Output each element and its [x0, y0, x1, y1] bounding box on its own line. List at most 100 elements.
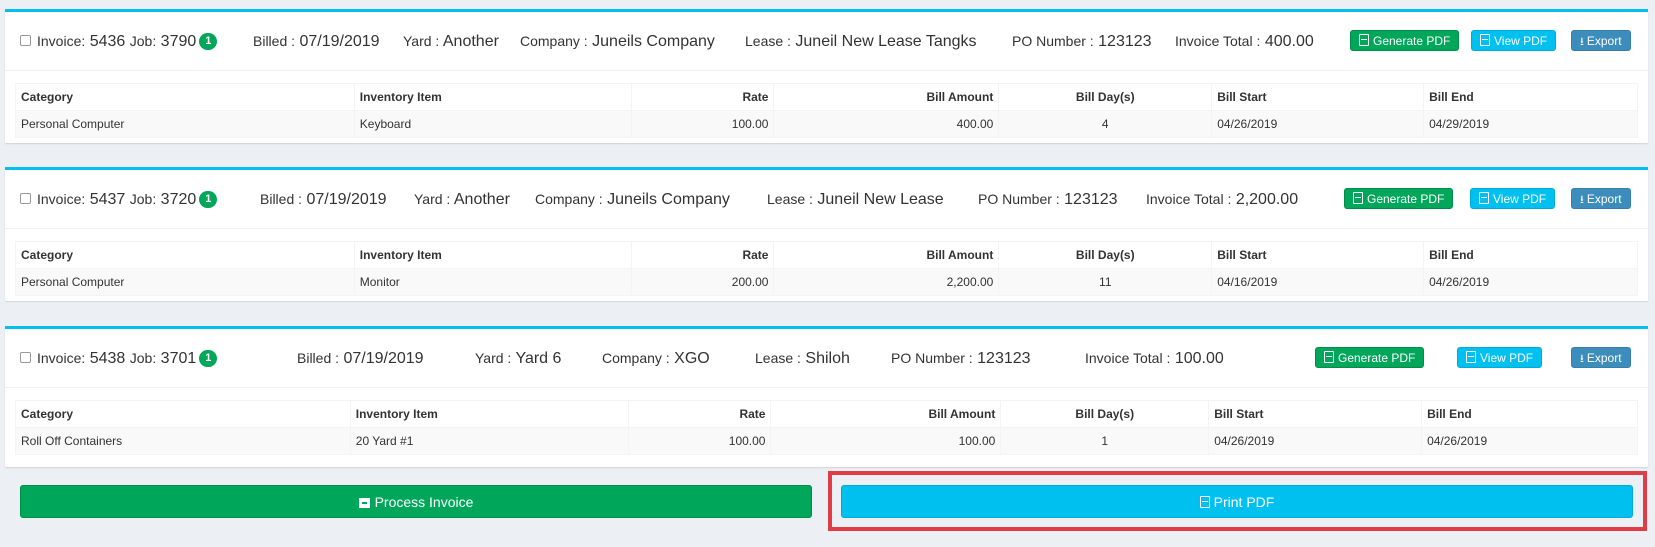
invoice-total: Invoice Total : 2,200.00 — [1146, 191, 1299, 208]
invoice-panel: Invoice: 5437 Job: 3720 1 Billed : 07/19/… — [5, 167, 1648, 301]
cell-inventory-item: 20 Yard #1 — [349, 427, 629, 455]
cell-bill-amount: 2,200.00 — [773, 268, 1000, 296]
table-header-row: Category Inventory Item Rate Bill Amount… — [15, 400, 1638, 428]
invoice-panel: Invoice: 5438 Job: 3701 1 Billed : 07/19/… — [5, 326, 1648, 467]
generate-pdf-button[interactable]: Generate PDF — [1344, 188, 1454, 209]
table-row: Personal Computer Monitor 200.00 2,200.0… — [15, 268, 1638, 296]
invoice-header: Invoice: 5436 Job: 3790 1 Billed : 07/19/… — [5, 12, 1648, 71]
column-header: Bill Amount — [770, 400, 1002, 428]
file-pdf-icon — [1353, 192, 1363, 204]
invoice-header: Invoice: 5437 Job: 3720 1 Billed : 07/19/… — [5, 170, 1648, 229]
cell-bill-days: 4 — [998, 110, 1213, 138]
cell-bill-days: 1 — [1000, 427, 1210, 455]
company-value: Company : Juneils Company — [520, 33, 715, 50]
job-count-badge: 1 — [199, 33, 218, 50]
archive-icon — [358, 498, 370, 508]
company-value: Company : XGO — [602, 350, 710, 367]
column-header: Bill Day(s) — [1000, 400, 1210, 428]
column-header: Bill End — [1423, 83, 1638, 111]
download-icon: ⭳ — [1580, 353, 1584, 365]
po-number: PO Number : 123123 — [891, 350, 1031, 367]
view-pdf-button[interactable]: View PDF — [1457, 347, 1543, 368]
cell-bill-start: 04/16/2019 — [1211, 268, 1425, 296]
column-header: Category — [15, 241, 355, 269]
process-invoice-button[interactable]: Process Invoice — [20, 485, 812, 518]
cell-bill-start: 04/26/2019 — [1211, 110, 1425, 138]
cell-bill-end: 04/26/2019 — [1423, 268, 1638, 296]
cell-category: Roll Off Containers — [15, 427, 351, 455]
file-pdf-icon — [1480, 34, 1490, 46]
column-header: Bill Start — [1208, 400, 1423, 428]
cell-bill-amount: 100.00 — [770, 427, 1002, 455]
po-number: PO Number : 123123 — [978, 191, 1118, 208]
file-pdf-icon — [1199, 496, 1210, 508]
invoice-items-table: Category Inventory Item Rate Bill Amount… — [15, 83, 1638, 138]
job-count-badge: 1 — [199, 191, 218, 208]
export-button[interactable]: ⭳ Export — [1571, 30, 1631, 51]
lease-value: Lease : Juneil New Lease — [767, 191, 944, 208]
po-number: PO Number : 123123 — [1012, 33, 1152, 50]
table-header-row: Category Inventory Item Rate Bill Amount… — [15, 83, 1638, 111]
invoice-items-table: Category Inventory Item Rate Bill Amount… — [15, 400, 1638, 455]
cell-category: Personal Computer — [15, 110, 355, 138]
cell-bill-amount: 400.00 — [773, 110, 1000, 138]
download-icon: ⭳ — [1580, 36, 1584, 48]
column-header: Bill Start — [1211, 241, 1425, 269]
column-header: Inventory Item — [349, 400, 629, 428]
file-pdf-icon — [1466, 351, 1476, 363]
table-row: Roll Off Containers 20 Yard #1 100.00 10… — [15, 427, 1638, 455]
column-header: Bill Amount — [773, 83, 1000, 111]
lease-value: Lease : Juneil New Lease Tangks — [745, 33, 977, 50]
cell-bill-start: 04/26/2019 — [1208, 427, 1423, 455]
generate-pdf-button[interactable]: Generate PDF — [1350, 30, 1460, 51]
column-header: Bill End — [1421, 400, 1638, 428]
invoice-panel: Invoice: 5436 Job: 3790 1 Billed : 07/19/… — [5, 9, 1648, 143]
view-pdf-button[interactable]: View PDF — [1470, 188, 1556, 209]
column-header: Bill Day(s) — [998, 83, 1213, 111]
invoice-number: Invoice: 5437 Job: 3720 1 — [37, 189, 218, 210]
invoice-total: Invoice Total : 100.00 — [1085, 350, 1224, 367]
file-pdf-icon — [1324, 351, 1334, 363]
column-header: Inventory Item — [353, 241, 632, 269]
invoice-total: Invoice Total : 400.00 — [1175, 33, 1314, 50]
generate-pdf-button[interactable]: Generate PDF — [1315, 347, 1425, 368]
cell-rate: 100.00 — [630, 110, 775, 138]
column-header: Inventory Item — [353, 83, 632, 111]
file-pdf-icon — [1479, 192, 1489, 204]
table-row: Personal Computer Keyboard 100.00 400.00… — [15, 110, 1638, 138]
cell-inventory-item: Monitor — [353, 268, 632, 296]
file-pdf-icon — [1359, 34, 1369, 46]
column-header: Bill Day(s) — [998, 241, 1213, 269]
column-header: Rate — [627, 400, 772, 428]
invoice-checkbox[interactable] — [20, 35, 31, 46]
yard-value: Yard : Yard 6 — [475, 350, 562, 367]
view-pdf-button[interactable]: View PDF — [1471, 30, 1557, 51]
job-count-badge: 1 — [199, 350, 218, 367]
invoice-number: Invoice: 5436 Job: 3790 1 — [37, 31, 218, 52]
invoice-checkbox[interactable] — [20, 193, 31, 204]
cell-inventory-item: Keyboard — [353, 110, 632, 138]
cell-rate: 200.00 — [630, 268, 775, 296]
column-header: Rate — [630, 83, 775, 111]
column-header: Bill Start — [1211, 83, 1425, 111]
invoice-items-table: Category Inventory Item Rate Bill Amount… — [15, 241, 1638, 296]
billed-date: Billed : 07/19/2019 — [297, 350, 424, 367]
billed-date: Billed : 07/19/2019 — [253, 33, 380, 50]
cell-category: Personal Computer — [15, 268, 355, 296]
export-button[interactable]: ⭳ Export — [1571, 188, 1631, 209]
column-header: Category — [15, 400, 351, 428]
column-header: Category — [15, 83, 355, 111]
column-header: Bill End — [1423, 241, 1638, 269]
yard-value: Yard : Another — [403, 33, 499, 50]
lease-value: Lease : Shiloh — [755, 350, 850, 367]
export-button[interactable]: ⭳ Export — [1571, 347, 1631, 368]
invoice-checkbox[interactable] — [20, 352, 31, 363]
print-pdf-button[interactable]: Print PDF — [841, 485, 1633, 518]
cell-rate: 100.00 — [627, 427, 772, 455]
company-value: Company : Juneils Company — [535, 191, 730, 208]
invoice-number: Invoice: 5438 Job: 3701 1 — [37, 348, 218, 369]
download-icon: ⭳ — [1580, 194, 1584, 206]
cell-bill-days: 11 — [998, 268, 1213, 296]
invoice-header: Invoice: 5438 Job: 3701 1 Billed : 07/19/… — [5, 329, 1648, 388]
column-header: Rate — [630, 241, 775, 269]
